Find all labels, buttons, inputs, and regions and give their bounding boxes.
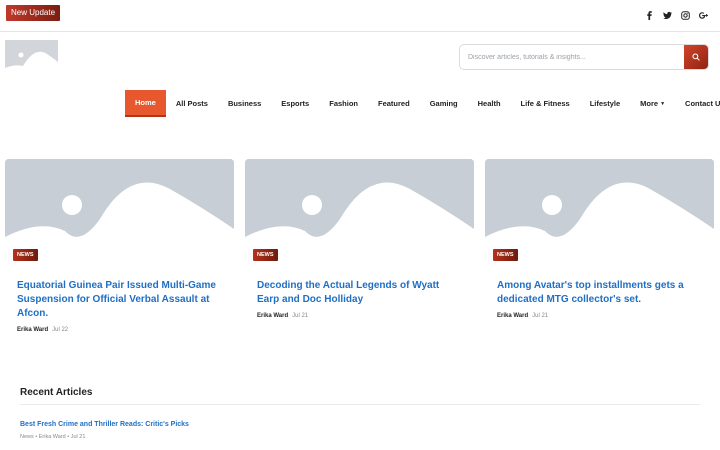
card-image[interactable]: NEWS <box>485 159 714 269</box>
nav-esports[interactable]: Esports <box>271 90 319 117</box>
card-date: Jul 22 <box>52 327 69 333</box>
new-update-badge[interactable]: New Update <box>6 5 61 21</box>
search-input[interactable] <box>460 45 685 69</box>
card-date: Jul 21 <box>292 313 309 319</box>
social-links <box>645 9 708 21</box>
search-button[interactable] <box>684 45 708 69</box>
nav-contact-us[interactable]: Contact Us <box>675 90 720 117</box>
nav-life-fitness[interactable]: Life & Fitness <box>511 90 580 117</box>
site-logo[interactable] <box>5 40 58 75</box>
nav-lifestyle[interactable]: Lifestyle <box>580 90 630 117</box>
nav-all-posts[interactable]: All Posts <box>166 90 218 117</box>
card-author[interactable]: Erika Ward <box>257 313 288 319</box>
nav-business[interactable]: Business <box>218 90 271 117</box>
category-badge[interactable]: NEWS <box>253 249 278 261</box>
twitter-icon[interactable] <box>663 9 672 21</box>
search-icon <box>692 53 700 61</box>
main-nav: Home All Posts Business Esports Fashion … <box>125 90 720 117</box>
card-title[interactable]: Decoding the Actual Legends of Wyatt Ear… <box>257 279 462 307</box>
card-image[interactable]: NEWS <box>5 159 234 269</box>
card-meta: Erika Ward Jul 21 <box>497 313 702 319</box>
category-badge[interactable]: NEWS <box>493 249 518 261</box>
card-image[interactable]: NEWS <box>245 159 474 269</box>
card-date: Jul 21 <box>532 313 549 319</box>
image-placeholder-icon <box>5 159 234 269</box>
card-title[interactable]: Equatorial Guinea Pair Issued Multi-Game… <box>17 279 222 321</box>
category-badge[interactable]: NEWS <box>13 249 38 261</box>
top-bar: New Update <box>0 0 720 32</box>
card-meta: Erika Ward Jul 22 <box>17 327 222 333</box>
image-placeholder-icon <box>485 159 714 269</box>
divider <box>20 404 700 405</box>
nav-home[interactable]: Home <box>125 90 166 117</box>
card-author[interactable]: Erika Ward <box>497 313 528 319</box>
card-title[interactable]: Among Avatar's top installments gets a d… <box>497 279 702 307</box>
card-author[interactable]: Erika Ward <box>17 327 48 333</box>
nav-health[interactable]: Health <box>468 90 511 117</box>
image-placeholder-icon <box>245 159 474 269</box>
image-placeholder-icon <box>5 40 58 75</box>
instagram-icon[interactable] <box>681 9 690 21</box>
recent-article-meta: News • Erika Ward • Jul 21 <box>20 434 86 440</box>
recent-articles-heading: Recent Articles <box>20 387 93 398</box>
nav-fashion[interactable]: Fashion <box>319 90 368 117</box>
article-card[interactable]: NEWS Decoding the Actual Legends of Wyat… <box>245 159 474 319</box>
card-meta: Erika Ward Jul 21 <box>257 313 462 319</box>
search-bar <box>459 44 709 70</box>
google-plus-icon[interactable] <box>699 9 708 21</box>
article-card[interactable]: NEWS Among Avatar's top installments get… <box>485 159 714 319</box>
facebook-icon[interactable] <box>645 9 654 21</box>
article-card[interactable]: NEWS Equatorial Guinea Pair Issued Multi… <box>5 159 234 333</box>
nav-more[interactable]: More ▼ <box>630 90 675 117</box>
recent-article-title[interactable]: Best Fresh Crime and Thriller Reads: Cri… <box>20 421 189 428</box>
caret-down-icon: ▼ <box>660 100 666 107</box>
nav-gaming[interactable]: Gaming <box>420 90 468 117</box>
nav-featured[interactable]: Featured <box>368 90 420 117</box>
